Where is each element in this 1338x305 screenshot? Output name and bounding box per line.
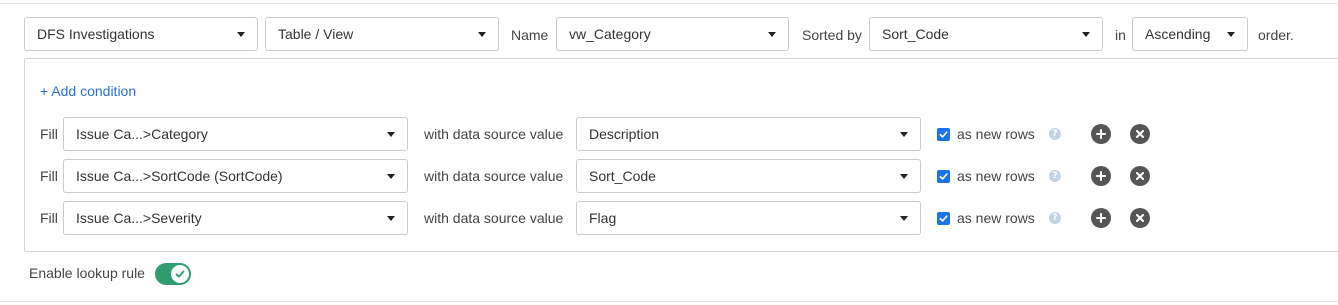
- fill-label: Fill: [40, 126, 58, 142]
- top-divider: [0, 3, 1338, 4]
- target-field-value: Issue Ca...>Severity: [76, 210, 202, 226]
- plus-icon: [1096, 129, 1106, 139]
- source-select[interactable]: DFS Investigations: [24, 17, 258, 51]
- as-new-rows-label: as new rows: [957, 210, 1035, 226]
- sort-field-select[interactable]: Sort_Code: [869, 17, 1103, 51]
- add-condition-link[interactable]: + Add condition: [40, 83, 136, 99]
- source-value-select[interactable]: Description: [576, 117, 921, 151]
- close-icon: [1136, 130, 1144, 138]
- chevron-down-icon: [768, 32, 776, 37]
- add-row-button[interactable]: [1091, 208, 1111, 228]
- source-value-select[interactable]: Sort_Code: [576, 159, 921, 193]
- add-row-button[interactable]: [1091, 124, 1111, 144]
- help-icon[interactable]: ?: [1049, 170, 1061, 182]
- as-new-rows-checkbox[interactable]: [937, 212, 950, 225]
- plus-icon: [1096, 213, 1106, 223]
- close-icon: [1136, 214, 1144, 222]
- fill-label: Fill: [40, 210, 58, 226]
- chevron-down-icon: [1227, 32, 1235, 37]
- target-field-value: Issue Ca...>Category: [76, 126, 208, 142]
- name-select-value: vw_Category: [569, 26, 651, 42]
- chevron-down-icon: [1082, 32, 1090, 37]
- sorted-by-label: Sorted by: [802, 27, 862, 43]
- check-icon: [939, 173, 948, 180]
- source-value: Description: [589, 126, 660, 142]
- object-type-select-value: Table / View: [278, 26, 354, 42]
- sort-order-select[interactable]: Ascending: [1132, 17, 1248, 51]
- name-label: Name: [511, 27, 549, 43]
- target-field-value: Issue Ca...>SortCode (SortCode): [76, 168, 283, 184]
- enable-lookup-label: Enable lookup rule: [29, 265, 145, 281]
- in-label: in: [1115, 27, 1126, 43]
- chevron-down-icon: [900, 174, 908, 179]
- as-new-rows-checkbox[interactable]: [937, 170, 950, 183]
- sort-order-select-value: Ascending: [1145, 26, 1211, 42]
- source-value-select[interactable]: Flag: [576, 201, 921, 235]
- as-new-rows-label: as new rows: [957, 126, 1035, 142]
- target-field-select[interactable]: Issue Ca...>Severity: [63, 201, 408, 235]
- chevron-down-icon: [387, 132, 395, 137]
- target-field-select[interactable]: Issue Ca...>SortCode (SortCode): [63, 159, 408, 193]
- enable-lookup-toggle[interactable]: [155, 263, 191, 285]
- sort-field-select-value: Sort_Code: [882, 26, 949, 42]
- with-data-source-label: with data source value: [424, 168, 564, 184]
- with-data-source-label: with data source value: [424, 210, 564, 226]
- chevron-down-icon: [900, 216, 908, 221]
- add-row-button[interactable]: [1091, 166, 1111, 186]
- source-value: Sort_Code: [589, 168, 656, 184]
- remove-row-button[interactable]: [1130, 124, 1150, 144]
- remove-row-button[interactable]: [1130, 208, 1150, 228]
- remove-row-button[interactable]: [1130, 166, 1150, 186]
- source-value: Flag: [589, 210, 617, 226]
- close-icon: [1136, 172, 1144, 180]
- help-icon[interactable]: ?: [1049, 212, 1061, 224]
- bottom-divider: [0, 301, 1338, 302]
- as-new-rows-checkbox[interactable]: [937, 128, 950, 141]
- check-icon: [175, 270, 185, 278]
- chevron-down-icon: [900, 132, 908, 137]
- chevron-down-icon: [387, 174, 395, 179]
- object-type-select[interactable]: Table / View: [265, 17, 499, 51]
- as-new-rows-label: as new rows: [957, 168, 1035, 184]
- fill-label: Fill: [40, 168, 58, 184]
- order-suffix-label: order.: [1258, 27, 1294, 43]
- name-select[interactable]: vw_Category: [556, 17, 789, 51]
- target-field-select[interactable]: Issue Ca...>Category: [63, 117, 408, 151]
- source-select-value: DFS Investigations: [37, 26, 155, 42]
- help-icon[interactable]: ?: [1049, 128, 1061, 140]
- check-icon: [939, 131, 948, 138]
- chevron-down-icon: [237, 32, 245, 37]
- chevron-down-icon: [478, 32, 486, 37]
- with-data-source-label: with data source value: [424, 126, 564, 142]
- toggle-knob: [171, 265, 189, 283]
- plus-icon: [1096, 171, 1106, 181]
- chevron-down-icon: [387, 216, 395, 221]
- check-icon: [939, 215, 948, 222]
